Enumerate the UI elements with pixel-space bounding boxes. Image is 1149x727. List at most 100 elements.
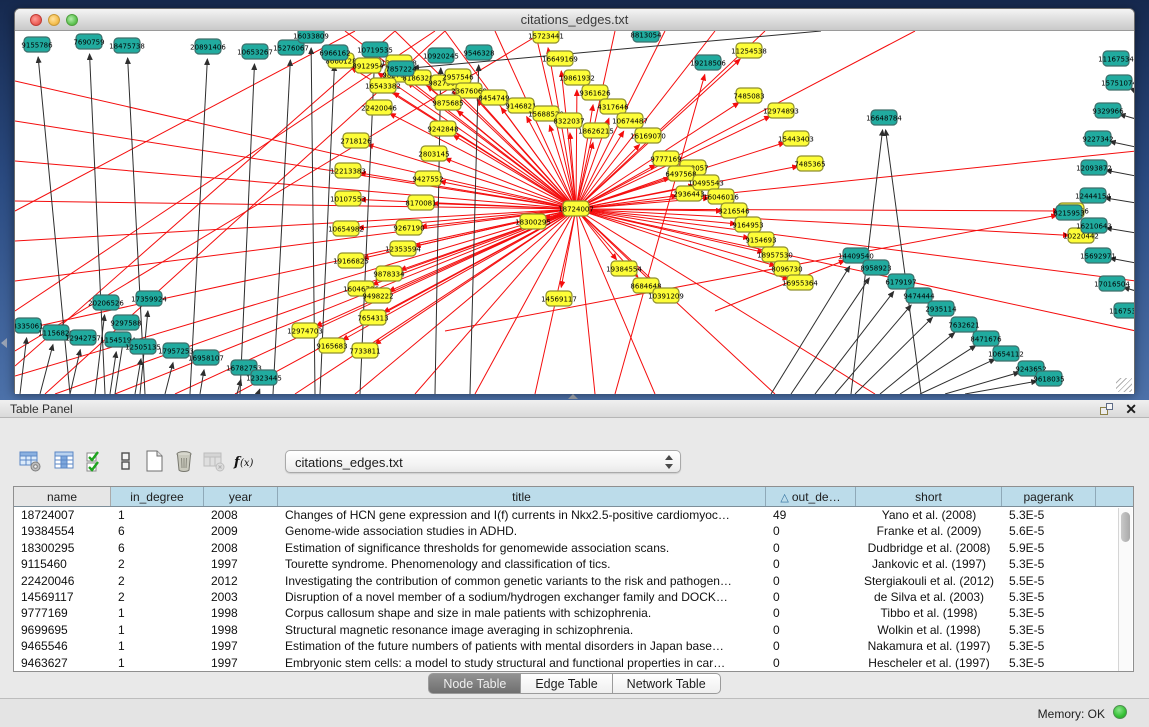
table-cell[interactable]: 0 bbox=[766, 622, 856, 638]
table-cell[interactable]: Stergiakouli et al. (2012) bbox=[856, 573, 1002, 589]
window-titlebar[interactable]: citations_edges.txt bbox=[15, 9, 1134, 31]
graph-node[interactable]: 10674487 bbox=[612, 113, 648, 128]
table-cell[interactable]: 5.3E-5 bbox=[1002, 638, 1096, 654]
table-cell[interactable]: Estimation of significance thresholds fo… bbox=[278, 540, 766, 556]
graph-node[interactable]: 2957546 bbox=[442, 69, 474, 84]
graph-node[interactable]: 8813054 bbox=[630, 31, 662, 42]
graph-node[interactable]: 12213383 bbox=[330, 163, 366, 178]
table-cell[interactable]: 9115460 bbox=[14, 556, 111, 572]
table-cell[interactable]: 9463627 bbox=[14, 655, 111, 671]
table-row[interactable]: 1872400712008Changes of HCN gene express… bbox=[14, 507, 1133, 523]
graph-node[interactable]: 7857224 bbox=[385, 61, 417, 76]
new-column-icon[interactable] bbox=[142, 449, 166, 473]
graph-node[interactable]: 7485083 bbox=[733, 88, 764, 103]
table-cell[interactable]: de Silva et al. (2003) bbox=[856, 589, 1002, 605]
scrollbar-thumb[interactable] bbox=[1121, 512, 1130, 542]
graph-node[interactable]: 9546328 bbox=[463, 45, 494, 60]
graph-node[interactable]: 9227342 bbox=[1082, 131, 1113, 146]
table-cell[interactable]: 0 bbox=[766, 589, 856, 605]
graph-node[interactable]: 8215953 bbox=[1053, 205, 1084, 220]
graph-node[interactable]: 16955364 bbox=[782, 275, 818, 290]
graph-node[interactable]: 9498222 bbox=[362, 288, 393, 303]
graph-node[interactable]: 14569117 bbox=[541, 291, 577, 306]
graph-node[interactable]: 7690759 bbox=[73, 34, 104, 49]
table-cell[interactable]: 2009 bbox=[204, 523, 278, 539]
tab-edge-table[interactable]: Edge Table bbox=[521, 673, 612, 694]
graph-node[interactable]: 7485365 bbox=[794, 156, 825, 171]
graph-node[interactable]: 18475738 bbox=[109, 38, 145, 53]
table-cell[interactable]: 2012 bbox=[204, 573, 278, 589]
column-header-in-degree[interactable]: in_degree bbox=[111, 487, 204, 506]
graph-node[interactable]: 9427552 bbox=[412, 171, 443, 186]
table-row[interactable]: 2242004622012Investigating the contribut… bbox=[14, 573, 1133, 589]
table-row[interactable]: 1830029562008Estimation of significance … bbox=[14, 540, 1133, 556]
graph-node[interactable]: 8471676 bbox=[970, 331, 1002, 346]
table-cell[interactable]: 1 bbox=[111, 507, 204, 523]
table-cell[interactable]: 5.3E-5 bbox=[1002, 556, 1096, 572]
graph-node[interactable]: 12974893 bbox=[763, 103, 799, 118]
graph-node[interactable]: 8912954 bbox=[352, 58, 384, 73]
table-cell[interactable]: Investigating the contribution of common… bbox=[278, 573, 766, 589]
table-cell[interactable]: 5.3E-5 bbox=[1002, 507, 1096, 523]
table-cell[interactable]: Hescheler et al. (1997) bbox=[856, 655, 1002, 671]
table-cell[interactable]: 18300295 bbox=[14, 540, 111, 556]
table-cell[interactable]: Embryonic stem cells: a model to study s… bbox=[278, 655, 766, 671]
table-cell[interactable]: 5.3E-5 bbox=[1002, 589, 1096, 605]
table-cell[interactable]: 18724007 bbox=[14, 507, 111, 523]
graph-node[interactable]: 2935114 bbox=[925, 301, 957, 316]
tab-network-table[interactable]: Network Table bbox=[613, 673, 721, 694]
graph-node[interactable]: 16649169 bbox=[542, 51, 578, 66]
resize-grip[interactable] bbox=[1116, 378, 1132, 392]
table-cell[interactable]: 6 bbox=[111, 540, 204, 556]
float-panel-icon[interactable] bbox=[1100, 403, 1113, 415]
graph-node[interactable]: 9164953 bbox=[732, 217, 763, 232]
table-cell[interactable]: 5.6E-5 bbox=[1002, 523, 1096, 539]
graph-node[interactable]: 19861932 bbox=[559, 70, 595, 85]
table-cell[interactable]: Corpus callosum shape and size in male p… bbox=[278, 605, 766, 621]
table-cell[interactable]: 0 bbox=[766, 556, 856, 572]
column-header-year[interactable]: year bbox=[204, 487, 278, 506]
graph-node[interactable]: 10654982 bbox=[328, 221, 364, 236]
table-cell[interactable]: 14569117 bbox=[14, 589, 111, 605]
graph-node[interactable]: 18957530 bbox=[757, 247, 793, 262]
graph-node[interactable]: 10653267 bbox=[237, 44, 273, 59]
graph-node[interactable]: 16210643 bbox=[1076, 218, 1112, 233]
import-table-icon[interactable] bbox=[202, 449, 226, 473]
table-cell[interactable]: 2 bbox=[111, 573, 204, 589]
close-panel-icon[interactable]: ✕ bbox=[1125, 401, 1137, 418]
graph-node[interactable]: 3216546 bbox=[718, 203, 750, 218]
graph-node[interactable]: 9154693 bbox=[745, 232, 776, 247]
rows-icon[interactable] bbox=[114, 449, 138, 473]
graph-node[interactable]: 19166825 bbox=[333, 253, 369, 268]
table-scrollbar[interactable] bbox=[1118, 508, 1132, 671]
table-row[interactable]: 1938455462009Genome-wide association stu… bbox=[14, 523, 1133, 539]
graph-node[interactable]: 16169070 bbox=[630, 128, 666, 143]
table-cell[interactable]: 0 bbox=[766, 605, 856, 621]
table-cell[interactable]: Estimation of the future numbers of pati… bbox=[278, 638, 766, 654]
graph-node[interactable]: 12444154 bbox=[1075, 188, 1111, 203]
graph-node[interactable]: 9618035 bbox=[1033, 371, 1064, 386]
graph-node[interactable]: 11675335 bbox=[1109, 303, 1134, 318]
table-cell[interactable]: Changes of HCN gene expression and I(f) … bbox=[278, 507, 766, 523]
table-cell[interactable]: 2 bbox=[111, 589, 204, 605]
graph-node[interactable]: 19218506 bbox=[690, 55, 726, 70]
table-cell[interactable]: 22420046 bbox=[14, 573, 111, 589]
graph-node[interactable]: 20206526 bbox=[88, 295, 124, 310]
column-header-name[interactable]: name bbox=[14, 487, 111, 506]
table-cell[interactable]: 5.5E-5 bbox=[1002, 573, 1096, 589]
graph-node[interactable]: 16958107 bbox=[188, 350, 224, 365]
table-cell[interactable]: 1998 bbox=[204, 622, 278, 638]
column-header-title[interactable]: title bbox=[278, 487, 766, 506]
table-row[interactable]: 1456911722003Disruption of a novel membe… bbox=[14, 589, 1133, 605]
table-cell[interactable]: Dudbridge et al. (2008) bbox=[856, 540, 1002, 556]
graph-node[interactable]: 9165683 bbox=[316, 338, 347, 353]
table-cell[interactable]: Nakamura et al. (1997) bbox=[856, 638, 1002, 654]
table-cell[interactable]: Genome-wide association studies in ADHD. bbox=[278, 523, 766, 539]
table-cell[interactable]: 1997 bbox=[204, 638, 278, 654]
graph-node[interactable]: 10391209 bbox=[648, 288, 684, 303]
table-cell[interactable]: Structural magnetic resonance image aver… bbox=[278, 622, 766, 638]
table-cell[interactable]: 0 bbox=[766, 573, 856, 589]
table-cell[interactable]: Wolkin et al. (1998) bbox=[856, 622, 1002, 638]
table-cell[interactable]: 1 bbox=[111, 655, 204, 671]
graph-node[interactable]: 2803145 bbox=[418, 146, 449, 161]
